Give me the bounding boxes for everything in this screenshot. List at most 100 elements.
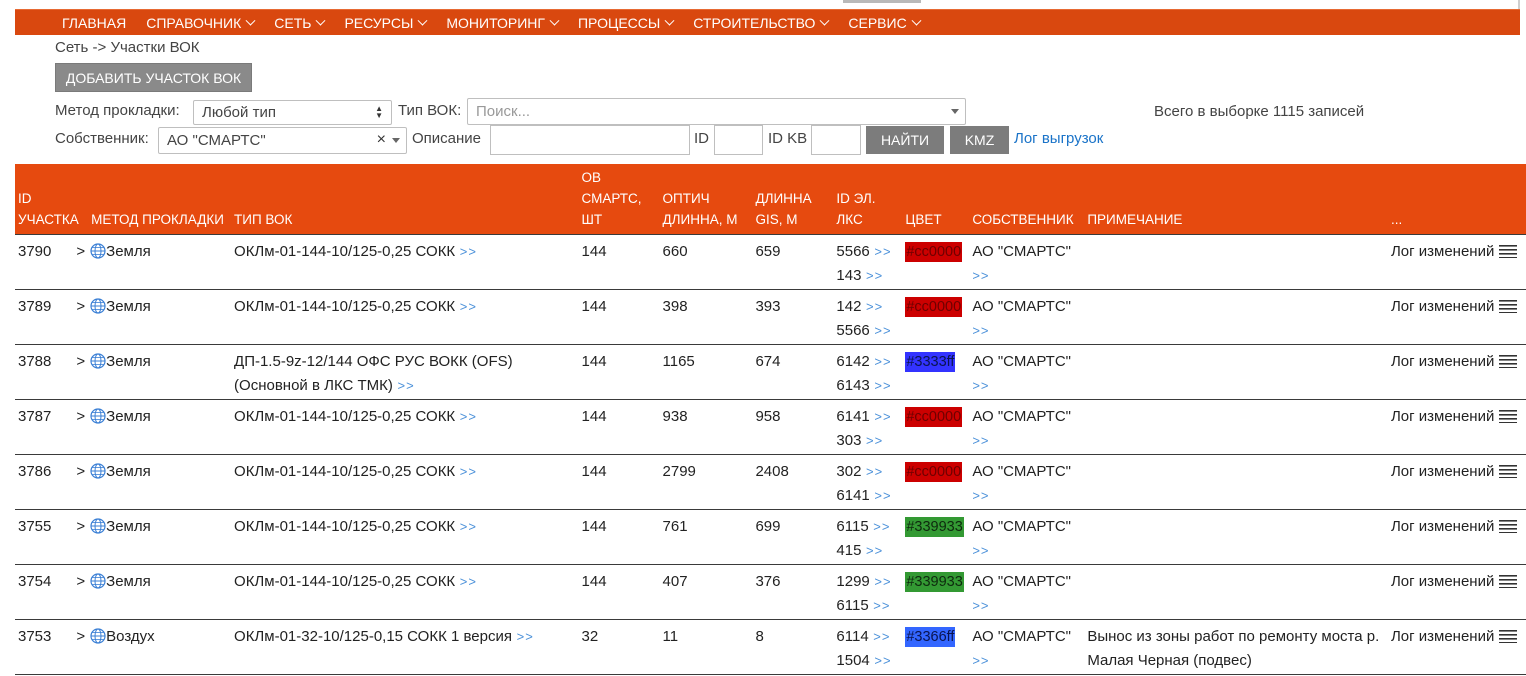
nav-item[interactable]: ГЛАВНАЯ	[62, 15, 126, 31]
column-header[interactable]: ДЛИННА GIS, М	[752, 164, 834, 234]
globe-icon[interactable]	[90, 572, 106, 589]
cell-actions: Лог изменений	[1387, 399, 1526, 455]
globe-icon[interactable]	[90, 352, 106, 369]
details-link[interactable]: >>	[455, 464, 477, 479]
details-link[interactable]: >>	[861, 464, 883, 479]
details-link[interactable]: >>	[972, 488, 989, 503]
expand-prefix[interactable]: >	[51, 408, 85, 425]
details-link[interactable]: >>	[455, 409, 477, 424]
details-link[interactable]: >>	[870, 323, 892, 338]
details-link[interactable]: >>	[870, 244, 892, 259]
details-link[interactable]: >>	[972, 543, 989, 558]
chevron-down-icon	[819, 15, 830, 26]
nav-item[interactable]: СПРАВОЧНИК	[146, 15, 256, 31]
find-button[interactable]: НАЙТИ	[866, 126, 944, 154]
nav-item[interactable]: СТРОИТЕЛЬСТВО	[693, 15, 830, 31]
column-header[interactable]: МЕТОД ПРОКЛАДКИ	[88, 164, 232, 234]
details-link[interactable]: >>	[972, 378, 989, 393]
details-link[interactable]: >>	[972, 598, 989, 613]
details-link[interactable]: >>	[455, 244, 477, 259]
details-link[interactable]: >>	[972, 323, 989, 338]
column-header[interactable]: СОБСТВЕННИК	[969, 164, 1085, 234]
expand-prefix[interactable]: >	[51, 353, 85, 370]
id-input[interactable]	[714, 125, 763, 155]
column-header[interactable]: ЦВЕТ	[902, 164, 970, 234]
change-log-link[interactable]: Лог изменений	[1391, 573, 1494, 590]
nav-item[interactable]: МОНИТОРИНГ	[446, 15, 560, 31]
expand-prefix[interactable]: >	[51, 463, 85, 480]
details-link[interactable]: >>	[512, 629, 534, 644]
change-log-link[interactable]: Лог изменений	[1391, 463, 1494, 480]
details-link[interactable]: >>	[455, 574, 477, 589]
nav-item[interactable]: РЕСУРСЫ	[344, 15, 428, 31]
details-link[interactable]: >>	[870, 488, 892, 503]
globe-icon[interactable]	[90, 517, 106, 534]
change-log-link[interactable]: Лог изменений	[1391, 518, 1494, 535]
menu-icon[interactable]	[1499, 297, 1518, 313]
id-kv-input[interactable]	[811, 125, 861, 155]
expand-prefix[interactable]: >	[51, 243, 85, 260]
cell-color: #3333ff	[902, 344, 970, 400]
menu-icon[interactable]	[1499, 407, 1518, 423]
change-log-link[interactable]: Лог изменений	[1391, 243, 1494, 260]
expand-prefix[interactable]: >	[51, 573, 85, 590]
nav-item[interactable]: СЕТЬ	[274, 15, 326, 31]
clear-icon[interactable]: ×	[377, 131, 386, 149]
column-header[interactable]: ОПТИЧ ДЛИННА, М	[659, 164, 753, 234]
add-section-button[interactable]: ДОБАВИТЬ УЧАСТОК ВОК	[55, 63, 252, 92]
menu-icon[interactable]	[1499, 517, 1518, 533]
details-link[interactable]: >>	[455, 299, 477, 314]
details-link[interactable]: >>	[870, 378, 892, 393]
column-header[interactable]: ПРИМЕЧАНИЕ	[1084, 164, 1388, 234]
menu-icon[interactable]	[1499, 352, 1518, 368]
details-link[interactable]: >>	[869, 598, 891, 613]
details-link[interactable]: >>	[972, 433, 989, 448]
globe-icon[interactable]	[90, 462, 106, 479]
column-header[interactable]: ID ЭЛ. ЛКС	[833, 164, 903, 234]
details-link[interactable]: >>	[870, 354, 892, 369]
details-link[interactable]: >>	[861, 543, 883, 558]
change-log-link[interactable]: Лог изменений	[1391, 628, 1494, 645]
menu-icon[interactable]	[1499, 627, 1518, 643]
cable-type-search[interactable]: Поиск...	[467, 98, 966, 125]
details-link[interactable]: >>	[972, 268, 989, 283]
details-link[interactable]: >>	[870, 653, 892, 668]
details-link[interactable]: >>	[861, 299, 883, 314]
details-link[interactable]: >>	[861, 433, 883, 448]
change-log-link[interactable]: Лог изменений	[1391, 353, 1494, 370]
details-link[interactable]: >>	[869, 519, 891, 534]
details-link[interactable]: >>	[870, 409, 892, 424]
column-header[interactable]: ID УЧАСТКА	[15, 164, 89, 234]
globe-icon[interactable]	[90, 627, 106, 644]
owner-name: АО "СМАРТС"	[972, 407, 1071, 425]
nav-item[interactable]: ПРОЦЕССЫ	[578, 15, 675, 31]
expand-prefix[interactable]: >	[51, 518, 85, 535]
description-input[interactable]	[490, 125, 690, 155]
owner-select[interactable]: АО "СМАРТС" ×	[158, 127, 407, 154]
export-log-link[interactable]: Лог выгрузок	[1014, 130, 1103, 147]
globe-icon[interactable]	[90, 407, 106, 424]
expand-prefix[interactable]: >	[51, 298, 85, 315]
menu-icon[interactable]	[1499, 572, 1518, 588]
details-link[interactable]: >>	[455, 519, 477, 534]
color-swatch: #3333ff	[905, 351, 956, 372]
method-select[interactable]: Любой тип ▲ ▼	[193, 100, 392, 125]
change-log-link[interactable]: Лог изменений	[1391, 408, 1494, 425]
kmz-button[interactable]: KMZ	[950, 126, 1009, 154]
expand-prefix[interactable]: >	[51, 628, 85, 645]
menu-icon[interactable]	[1499, 462, 1518, 478]
menu-icon[interactable]	[1499, 242, 1518, 258]
details-link[interactable]: >>	[869, 629, 891, 644]
details-link[interactable]: >>	[972, 653, 989, 668]
details-link[interactable]: >>	[861, 268, 883, 283]
column-header[interactable]: ТИП ВОК	[231, 164, 579, 234]
column-header[interactable]: ОВ СМАРТС, ШТ	[578, 164, 660, 234]
column-header[interactable]: ...	[1387, 164, 1526, 234]
nav-item[interactable]: СЕРВИС	[848, 15, 922, 31]
globe-icon[interactable]	[90, 242, 106, 259]
globe-icon[interactable]	[90, 297, 106, 314]
details-link[interactable]: >>	[870, 574, 892, 589]
table-row: 3754 > Земля ОКЛм-01-144-10/125-0,25 СОКК …	[15, 564, 1526, 620]
details-link[interactable]: >>	[393, 378, 415, 393]
change-log-link[interactable]: Лог изменений	[1391, 298, 1494, 315]
